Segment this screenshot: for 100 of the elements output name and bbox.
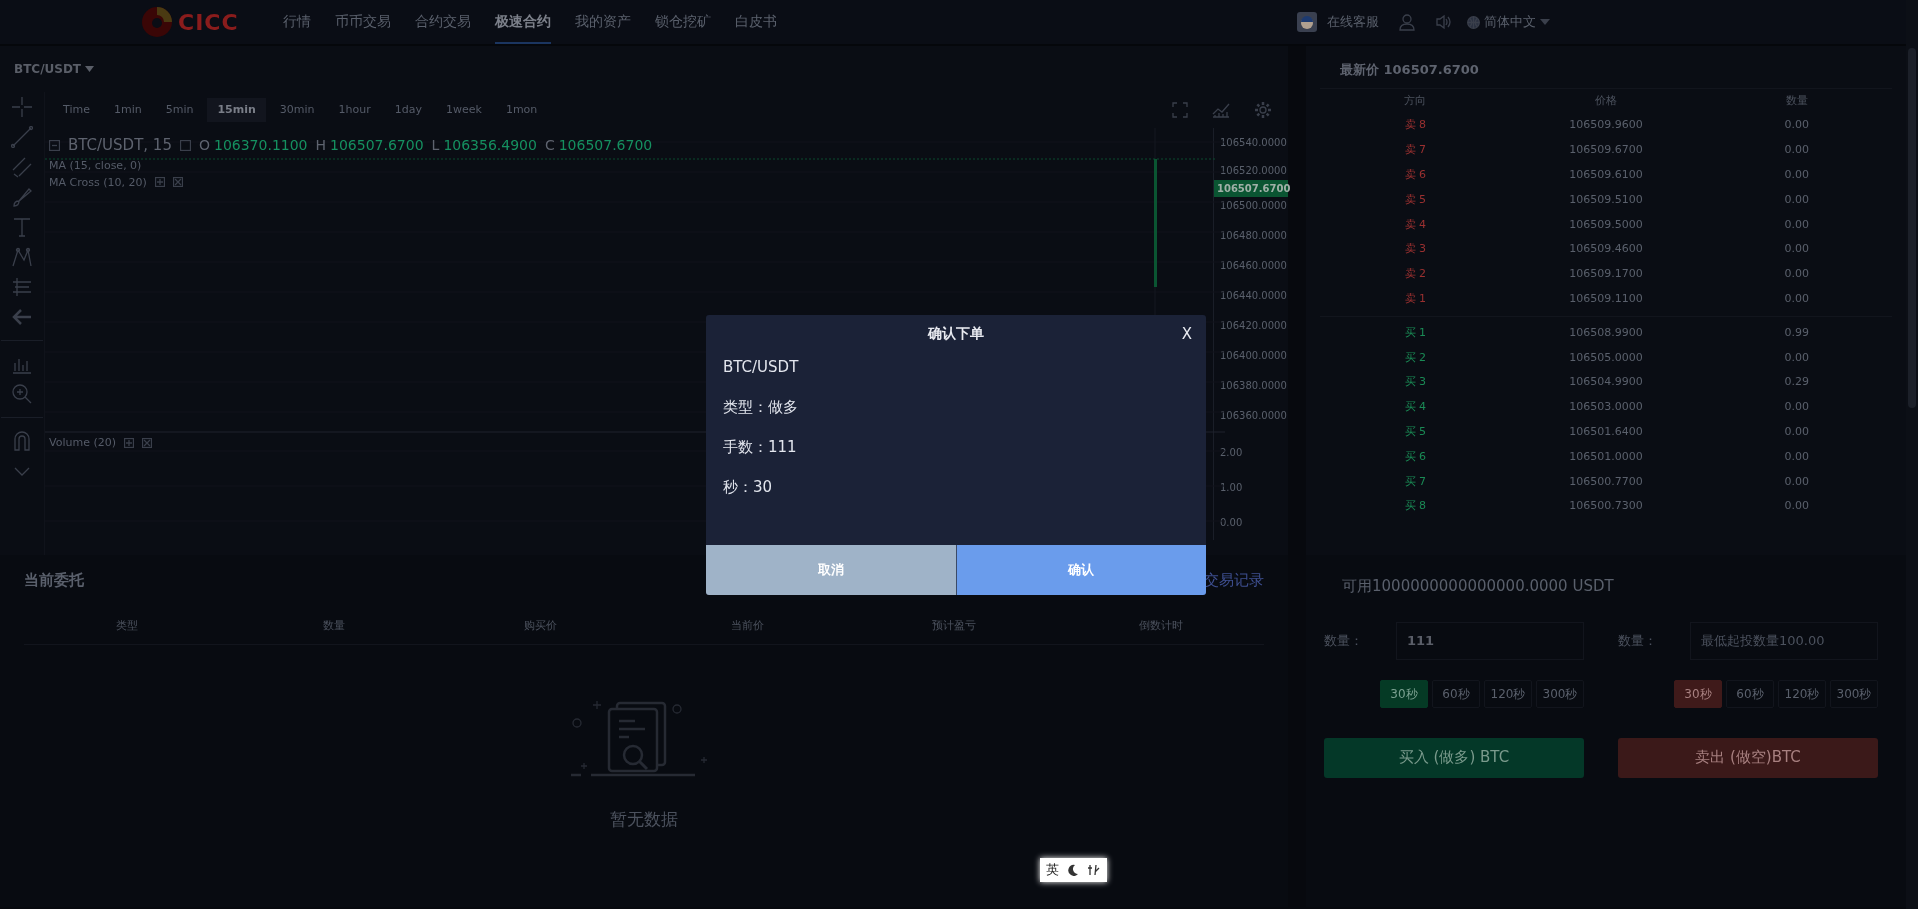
add-icon[interactable] <box>124 437 134 448</box>
price-cell-text: 106501.6400 <box>1568 424 1644 440</box>
price-cell-text: 106500.7300 <box>1568 498 1644 515</box>
close-icon[interactable] <box>172 177 183 187</box>
close-icon[interactable] <box>142 437 152 448</box>
legend-label: O <box>198 135 210 155</box>
axis-label: 106380.0000 <box>1219 379 1288 393</box>
close-button[interactable]: X <box>1175 322 1198 347</box>
duration-option[interactable]: 300秒 <box>1536 679 1584 708</box>
price-cell-text: 106500.7700 <box>1568 473 1644 490</box>
nav-link[interactable]: 我的资产 <box>575 0 631 44</box>
moon-icon[interactable] <box>1067 863 1079 876</box>
interval-tab[interactable]: 1mon <box>495 97 548 123</box>
amount-cell-text: 0.00 <box>1783 167 1810 184</box>
volume-label: Volume (20) <box>49 435 116 451</box>
cancel-button[interactable]: 取消 <box>706 545 956 595</box>
zoom-icon[interactable] <box>11 383 33 405</box>
amount-cell-text: 0.00 <box>1783 216 1810 233</box>
language-selector[interactable]: 简体中文 <box>1484 12 1536 32</box>
interval-tab[interactable]: 1min <box>103 97 152 123</box>
column-header: 预计盈亏 <box>931 617 977 634</box>
interval-tab[interactable]: 1day <box>384 97 432 123</box>
collapse-icon[interactable] <box>49 139 60 151</box>
interval-tab[interactable]: 5min <box>155 97 204 123</box>
side-label: 卖 5 <box>1403 191 1428 208</box>
axis-label: 106420.0000 <box>1219 319 1288 333</box>
amount-cell-text: 0.00 <box>1783 349 1810 366</box>
interval-tab[interactable]: 15min <box>207 97 266 123</box>
side-label: 卖 2 <box>1403 266 1428 283</box>
quantity-field[interactable]: 111 <box>1396 621 1584 660</box>
symbol-selector[interactable]: BTC/USDT <box>14 60 82 78</box>
support-link[interactable]: 在线客服 <box>1327 12 1379 32</box>
magnet-icon[interactable] <box>11 430 33 452</box>
duration-option[interactable]: 60秒 <box>1726 679 1774 708</box>
indicator-icon[interactable] <box>1212 102 1230 118</box>
interval-tab[interactable]: Time <box>53 97 100 123</box>
measure-icon[interactable] <box>11 276 33 298</box>
legend-value: 106356.4900 <box>443 135 537 155</box>
duration-option[interactable]: 30秒 <box>1380 679 1428 708</box>
avatar-icon[interactable] <box>1297 12 1317 32</box>
duration-option[interactable]: 300秒 <box>1830 679 1878 708</box>
text-tool-icon[interactable] <box>11 216 33 238</box>
empty-message: 暂无数据 <box>610 808 678 831</box>
confirm-button[interactable]: 确认 <box>955 545 1206 595</box>
caret-icon <box>85 66 95 72</box>
line-tool-icon[interactable] <box>11 126 33 148</box>
amount-cell-text: 0.00 <box>1783 266 1810 283</box>
axis-label: 106400.0000 <box>1219 349 1288 363</box>
dialog-text: 手数：111 <box>723 437 798 458</box>
amount-cell-text: 0.00 <box>1783 241 1810 258</box>
nav-link[interactable]: 行情 <box>283 0 311 44</box>
pattern-icon[interactable] <box>11 246 33 268</box>
duration-option[interactable]: 30秒 <box>1674 679 1722 708</box>
duration-option[interactable]: 120秒 <box>1484 679 1532 708</box>
fullscreen-icon[interactable] <box>1172 102 1188 118</box>
column-header: 倒数计时 <box>1137 617 1184 634</box>
ime-toolbar[interactable]: 英 <box>1040 858 1107 882</box>
price-cell-text: 106509.1700 <box>1568 266 1644 283</box>
axis-label: 106500.0000 <box>1219 199 1288 213</box>
axis-label: 0.00 <box>1219 516 1244 530</box>
interval-tab[interactable]: 1hour <box>328 97 381 123</box>
nav-link[interactable]: 合约交易 <box>415 0 471 44</box>
amount-cell-text: 0.00 <box>1783 142 1810 159</box>
speaker-icon[interactable] <box>1435 14 1451 30</box>
quantity-field[interactable]: 最低起投数量100.00 <box>1690 621 1878 660</box>
nav-link[interactable]: 白皮书 <box>735 0 777 44</box>
amount-cell-text: 0.00 <box>1783 473 1810 490</box>
column-header: 类型 <box>115 617 140 634</box>
column-header: 价格 <box>1594 92 1618 109</box>
legend-title: BTC/USDT, 15 <box>68 135 172 156</box>
add-icon[interactable] <box>154 177 165 187</box>
side-label: 卖 7 <box>1403 142 1428 159</box>
settings-small-icon[interactable] <box>179 139 191 151</box>
parallel-lines-icon[interactable] <box>11 156 33 178</box>
column-header: 购买价 <box>523 617 559 634</box>
column-header: 数量 <box>322 617 346 634</box>
duration-option[interactable]: 120秒 <box>1778 679 1826 708</box>
crosshair-icon[interactable] <box>11 96 33 118</box>
interval-tab[interactable]: 30min <box>269 97 325 123</box>
nav-link[interactable]: 锁仓挖矿 <box>655 0 711 44</box>
axis-label: 1.00 <box>1219 481 1244 495</box>
brush-icon[interactable] <box>11 186 33 208</box>
globe-icon <box>1467 15 1480 29</box>
interval-tab[interactable]: 1week <box>436 97 492 123</box>
nav-link[interactable]: 极速合约 <box>495 0 551 44</box>
amount-cell-text: 0.29 <box>1783 374 1810 391</box>
sell-button[interactable]: 卖出 (做空)BTC <box>1618 737 1878 778</box>
buy-button[interactable]: 买入 (做多) BTC <box>1324 737 1584 778</box>
input-mode-label[interactable]: 英 <box>1046 860 1059 880</box>
amount-cell-text: 0.00 <box>1783 399 1810 416</box>
user-icon[interactable] <box>1399 13 1415 31</box>
amount-cell-text: 0.00 <box>1783 117 1810 134</box>
settings-icon[interactable] <box>1254 101 1272 119</box>
nav-link[interactable]: 币币交易 <box>335 0 391 44</box>
punctuation-icon[interactable] <box>1087 863 1101 876</box>
duration-option[interactable]: 60秒 <box>1432 679 1480 708</box>
axis-label: 106480.0000 <box>1219 229 1288 243</box>
dialog-title: 确认下单 <box>928 323 984 343</box>
axis-label: 106540.0000 <box>1219 136 1288 150</box>
side-label: 卖 6 <box>1403 167 1428 184</box>
